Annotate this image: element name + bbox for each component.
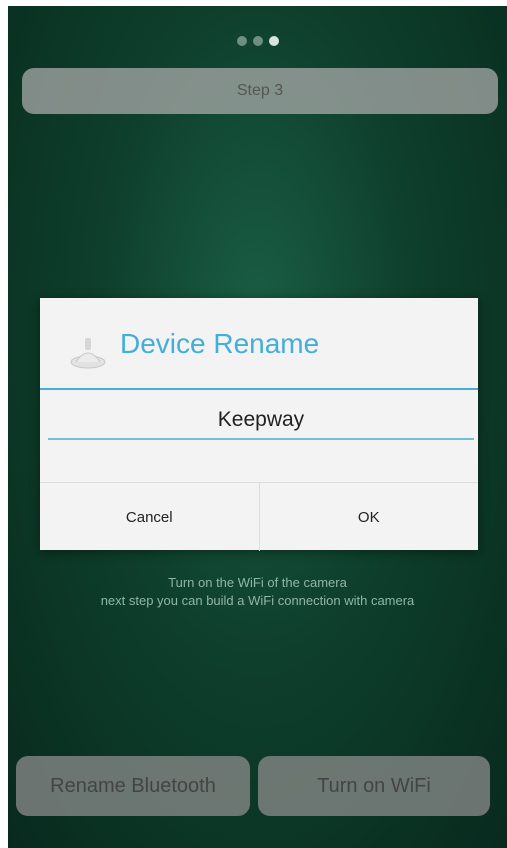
dialog-button-row: Cancel OK [40,482,478,551]
cancel-button[interactable]: Cancel [40,483,259,551]
device-name-input[interactable] [48,402,474,440]
dialog-header: Device Rename [40,298,478,390]
device-rename-dialog: Device Rename Cancel OK [40,298,478,551]
ok-button[interactable]: OK [258,483,479,551]
dialog-overlay: Device Rename Cancel OK [0,0,507,848]
dialog-title: Device Rename [120,328,320,359]
dialog-title-divider [40,388,478,390]
device-icon [70,338,106,369]
